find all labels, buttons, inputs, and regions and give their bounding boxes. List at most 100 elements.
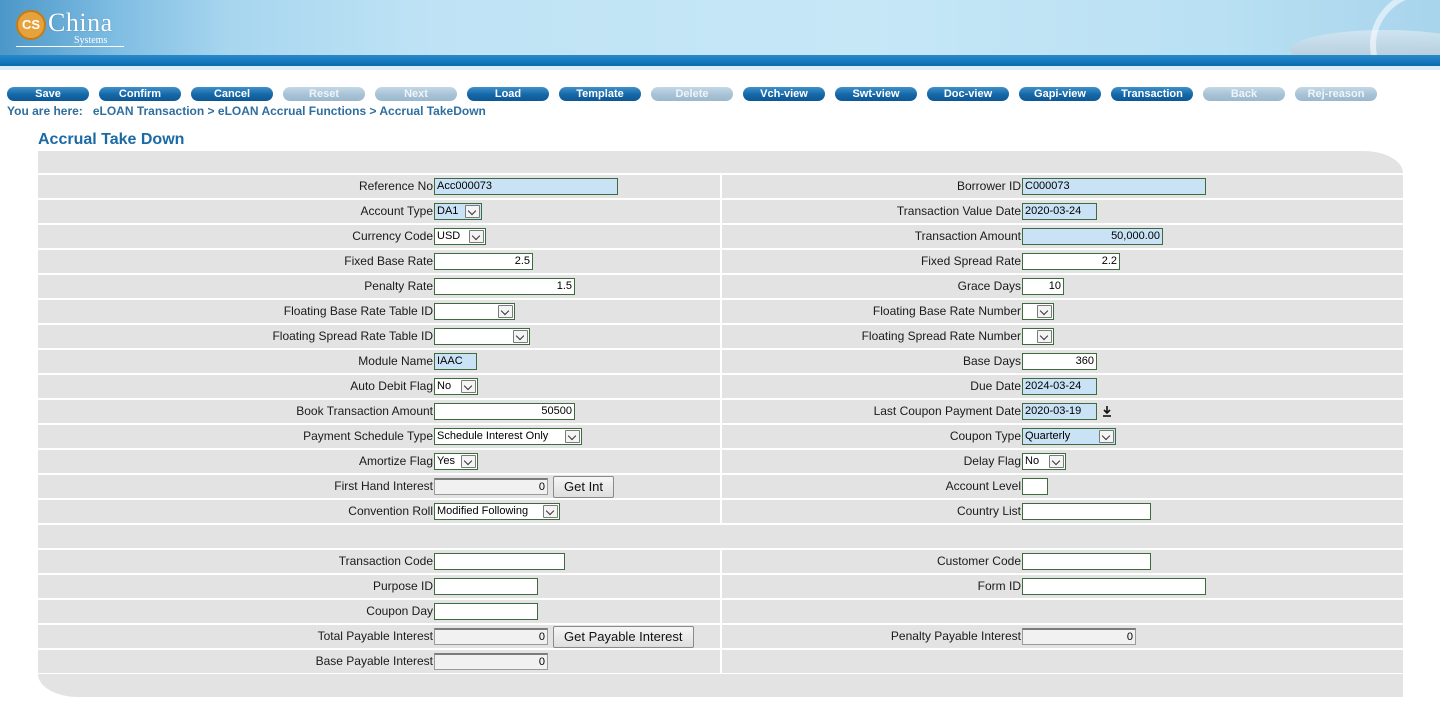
first-hand-interest-field[interactable]: 0 — [434, 478, 548, 495]
account-level-label: Account Level — [945, 479, 1021, 493]
chevron-down-icon — [543, 505, 558, 518]
download-icon[interactable] — [1102, 404, 1112, 418]
form-id-field[interactable] — [1022, 578, 1206, 595]
transaction-code-field[interactable] — [434, 553, 565, 570]
confirm-button[interactable]: Confirm — [99, 87, 181, 101]
base-payable-interest-label: Base Payable Interest — [315, 654, 433, 668]
form-row: Coupon Day — [38, 600, 1403, 623]
last-coupon-payment-date-label: Last Coupon Payment Date — [873, 404, 1021, 418]
swt-view-button[interactable]: Swt-view — [835, 87, 917, 101]
reference-no-field[interactable]: Acc000073 — [434, 178, 618, 195]
amortize-flag-select[interactable]: Yes — [434, 453, 478, 470]
form-row: Fixed Base Rate 2.5 Fixed Spread Rate 2.… — [38, 250, 1403, 273]
template-button[interactable]: Template — [559, 87, 641, 101]
country-list-field[interactable] — [1022, 503, 1151, 520]
breadcrumb-item-accrual-functions[interactable]: eLOAN Accrual Functions — [218, 104, 366, 118]
back-button[interactable]: Back — [1203, 87, 1285, 101]
floating-base-rate-table-id-select[interactable] — [434, 303, 515, 320]
penalty-rate-field[interactable]: 1.5 — [434, 278, 575, 295]
get-payable-interest-button[interactable]: Get Payable Interest — [553, 626, 694, 648]
rej-reason-button[interactable]: Rej-reason — [1295, 87, 1377, 101]
payment-schedule-type-label: Payment Schedule Type — [303, 429, 433, 443]
base-days-field[interactable]: 360 — [1022, 353, 1097, 370]
transaction-button[interactable]: Transaction — [1111, 87, 1193, 101]
module-name-field[interactable]: IAAC — [434, 353, 477, 370]
form-row: Amortize Flag Yes Delay Flag No — [38, 450, 1403, 473]
floating-base-rate-number-label: Floating Base Rate Number — [872, 304, 1021, 318]
total-payable-interest-field[interactable]: 0 — [434, 628, 548, 645]
coupon-day-field[interactable] — [434, 603, 538, 620]
floating-spread-rate-table-id-select[interactable] — [434, 328, 530, 345]
penalty-payable-interest-field[interactable]: 0 — [1022, 628, 1136, 645]
form-panel-footer — [38, 674, 1403, 697]
account-type-label: Account Type — [360, 204, 434, 218]
transaction-value-date-label: Transaction Value Date — [896, 204, 1021, 218]
breadcrumb-separator: > — [369, 104, 377, 118]
form-panel-header — [38, 151, 1403, 173]
amortize-flag-label: Amortize Flag — [358, 454, 433, 468]
cancel-button[interactable]: Cancel — [191, 87, 273, 101]
customer-code-field[interactable] — [1022, 553, 1151, 570]
chevron-down-icon — [1049, 455, 1064, 468]
payment-schedule-type-select[interactable]: Schedule Interest Only — [434, 428, 582, 445]
header-banner: CS China Systems — [0, 0, 1440, 70]
grace-days-label: Grace Days — [957, 279, 1021, 293]
next-button[interactable]: Next — [375, 87, 457, 101]
chevron-down-icon — [1099, 430, 1114, 443]
currency-code-label: Currency Code — [352, 229, 433, 243]
fixed-spread-rate-field[interactable]: 2.2 — [1022, 253, 1120, 270]
country-list-label: Country List — [956, 504, 1021, 518]
customer-code-label: Customer Code — [936, 554, 1021, 568]
reference-no-label: Reference No — [358, 179, 433, 193]
coupon-day-label: Coupon Day — [366, 604, 433, 618]
doc-view-button[interactable]: Doc-view — [927, 87, 1009, 101]
delete-button[interactable]: Delete — [651, 87, 733, 101]
breadcrumb-prefix: You are here: — [7, 104, 83, 118]
fixed-base-rate-field[interactable]: 2.5 — [434, 253, 533, 270]
coupon-type-label: Coupon Type — [949, 429, 1021, 443]
book-transaction-amount-field[interactable]: 50500 — [434, 403, 575, 420]
transaction-value-date-field[interactable]: 2020-03-24 — [1022, 203, 1097, 220]
due-date-field[interactable]: 2024-03-24 — [1022, 378, 1097, 395]
load-button[interactable]: Load — [467, 87, 549, 101]
vch-view-button[interactable]: Vch-view — [743, 87, 825, 101]
chevron-down-icon — [513, 330, 528, 343]
convention-roll-select[interactable]: Modified Following — [434, 503, 560, 520]
transaction-code-label: Transaction Code — [338, 554, 433, 568]
reset-button[interactable]: Reset — [283, 87, 365, 101]
module-name-label: Module Name — [358, 354, 433, 368]
penalty-rate-label: Penalty Rate — [364, 279, 433, 293]
chevron-down-icon — [498, 305, 513, 318]
chevron-down-icon — [1037, 330, 1052, 343]
last-coupon-payment-date-field[interactable]: 2020-03-19 — [1022, 403, 1097, 420]
auto-debit-flag-label: Auto Debit Flag — [350, 379, 433, 393]
currency-code-select[interactable]: USD — [434, 228, 486, 245]
breadcrumb-item-eloan-transaction[interactable]: eLOAN Transaction — [93, 104, 204, 118]
coupon-type-select[interactable]: Quarterly — [1022, 428, 1116, 445]
get-int-button[interactable]: Get Int — [553, 476, 615, 498]
total-payable-interest-label: Total Payable Interest — [317, 629, 433, 643]
purpose-id-field[interactable] — [434, 578, 538, 595]
delay-flag-select[interactable]: No — [1022, 453, 1066, 470]
borrower-id-field[interactable]: C000073 — [1022, 178, 1206, 195]
logo-subtitle: Systems — [74, 35, 108, 46]
gapi-view-button[interactable]: Gapi-view — [1019, 87, 1101, 101]
form-row: Base Payable Interest 0 — [38, 650, 1403, 673]
form-row: Module Name IAAC Base Days 360 — [38, 350, 1403, 373]
account-type-select[interactable]: DA1 — [434, 203, 482, 220]
auto-debit-flag-select[interactable]: No — [434, 378, 478, 395]
floating-base-rate-number-select[interactable] — [1022, 303, 1054, 320]
floating-spread-rate-number-select[interactable] — [1022, 328, 1054, 345]
account-level-field[interactable] — [1022, 478, 1048, 495]
form-row: Payment Schedule Type Schedule Interest … — [38, 425, 1403, 448]
form-row: Purpose ID Form ID — [38, 575, 1403, 598]
form-id-label: Form ID — [977, 579, 1021, 593]
save-button[interactable]: Save — [7, 87, 89, 101]
transaction-amount-field[interactable]: 50,000.00 — [1022, 228, 1163, 245]
grace-days-field[interactable]: 10 — [1022, 278, 1064, 295]
delay-flag-label: Delay Flag — [963, 454, 1021, 468]
header-strip — [0, 55, 1440, 66]
form-row: Book Transaction Amount 50500 Last Coupo… — [38, 400, 1403, 423]
form-row: Reference No Acc000073 Borrower ID C0000… — [38, 175, 1403, 198]
base-payable-interest-field[interactable]: 0 — [434, 653, 548, 670]
